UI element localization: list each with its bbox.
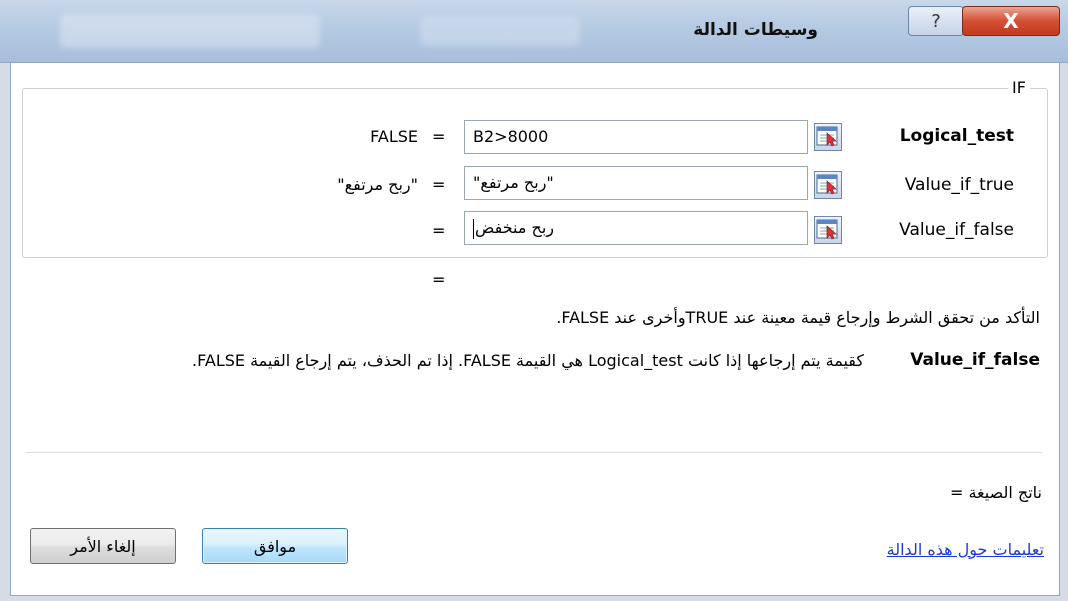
value-if-false-input[interactable]: ربح منخفض: [464, 211, 808, 245]
dialog-title: وسيطات الدالة: [693, 20, 818, 40]
close-button[interactable]: X: [962, 6, 1060, 36]
help-button[interactable]: ?: [908, 6, 964, 36]
value-if-true-input[interactable]: "ربح مرتفع": [464, 166, 808, 200]
separator: [26, 452, 1042, 453]
collapse-dialog-icon: [816, 174, 838, 195]
help-icon: ?: [931, 10, 941, 32]
formula-result: ناتج الصيغة =: [949, 483, 1042, 502]
collapse-button-value-if-true[interactable]: [814, 171, 842, 199]
arg-label-value-if-true: Value_if_true: [904, 175, 1014, 195]
equals-sign: =: [432, 175, 446, 194]
background-blur: [60, 14, 320, 48]
ok-button[interactable]: موافق: [202, 528, 348, 564]
arg-label-value-if-false: Value_if_false: [899, 220, 1014, 240]
equals-sign: =: [432, 127, 446, 146]
arg-label-logical-test: Logical_test: [899, 126, 1014, 146]
collapse-button-logical-test[interactable]: [814, 123, 842, 151]
value-if-false-text: ربح منخفض: [475, 218, 555, 237]
logical-test-input[interactable]: B2>8000: [464, 120, 808, 154]
collapse-dialog-icon: [816, 219, 838, 240]
text-caret: [473, 218, 474, 239]
collapse-button-value-if-false[interactable]: [814, 216, 842, 244]
function-description: التأكد من تحقق الشرط وإرجاع قيمة معينة ع…: [556, 308, 1040, 327]
current-arg-description: كقيمة يتم إرجاعها إذا كانت Logical_test …: [192, 351, 864, 370]
value-if-true-result: "ربح مرتفع": [337, 175, 418, 194]
collapse-dialog-icon: [816, 126, 838, 147]
title-bar: وسيطات الدالة ? X: [0, 0, 1068, 63]
function-result-equals: =: [432, 270, 446, 289]
logical-test-result: FALSE: [370, 127, 418, 146]
equals-sign: =: [432, 221, 446, 240]
function-name: IF: [1008, 78, 1030, 97]
close-icon: X: [1003, 9, 1019, 33]
current-arg-name: Value_if_false: [910, 350, 1040, 370]
cancel-button[interactable]: إلغاء الأمر: [30, 528, 176, 564]
help-link[interactable]: تعليمات حول هذه الدالة: [887, 540, 1044, 559]
background-blur: [420, 16, 580, 46]
